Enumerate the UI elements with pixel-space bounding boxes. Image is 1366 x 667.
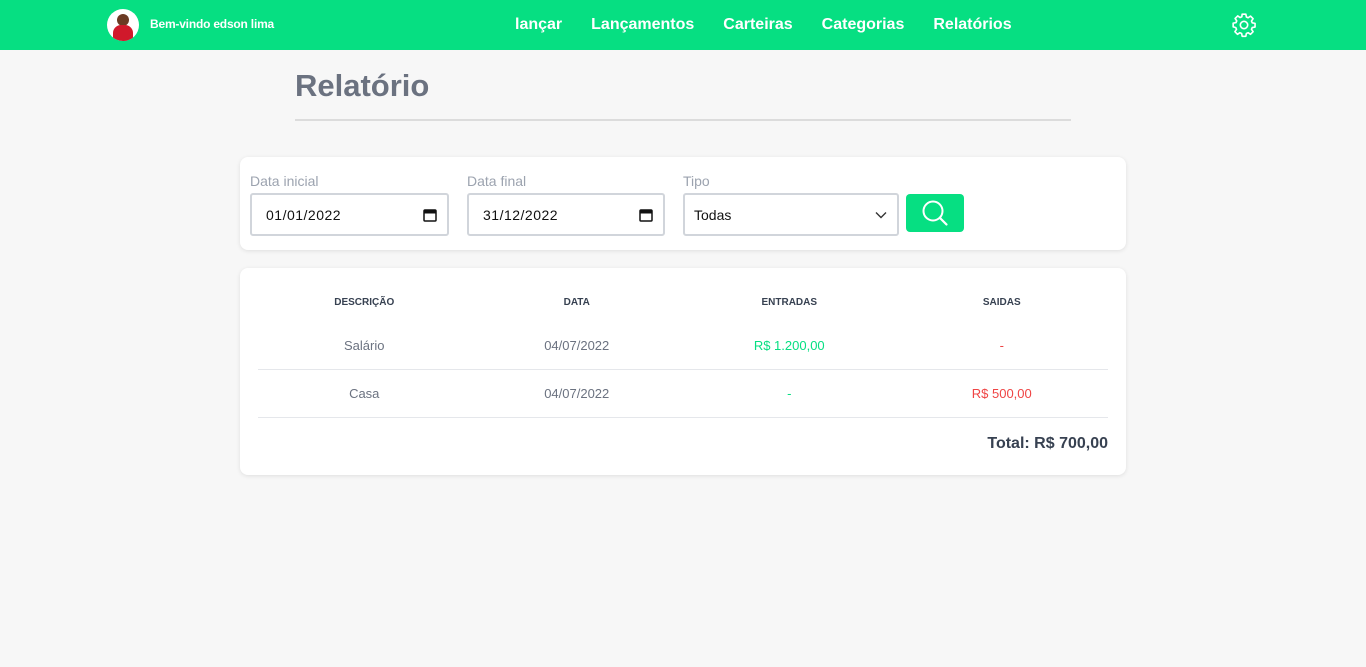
cell-data: 04/07/2022: [544, 338, 610, 353]
type-select[interactable]: Todas: [683, 193, 899, 236]
search-icon: [922, 200, 948, 226]
avatar[interactable]: [107, 9, 139, 41]
table-header: DESCRIÇÃO DATA ENTRADAS SAIDAS: [258, 297, 1108, 308]
top-navbar: Bem-vindo edson lima lançar Lançamentos …: [0, 0, 1366, 50]
total-value: Total: R$ 700,00: [987, 435, 1108, 452]
nav-lancamentos[interactable]: Lançamentos: [591, 16, 694, 34]
title-divider: [295, 119, 1071, 121]
header-entradas: ENTRADAS: [761, 297, 818, 308]
search-button[interactable]: [906, 194, 964, 232]
calendar-icon[interactable]: [639, 208, 653, 222]
start-date-field: Data inicial 01/01/2022: [250, 173, 449, 236]
nav-categorias[interactable]: Categorias: [822, 16, 905, 34]
start-date-label: Data inicial: [250, 173, 319, 189]
end-date-label: Data final: [467, 173, 527, 189]
type-value: Todas: [694, 206, 732, 223]
chevron-down-icon: [875, 211, 887, 218]
table-row: Casa 04/07/2022 - R$ 500,00: [258, 370, 1108, 418]
cell-saidas: R$ 500,00: [971, 386, 1032, 401]
nav-lancar[interactable]: lançar: [515, 16, 562, 34]
calendar-icon[interactable]: [423, 208, 437, 222]
cell-descricao: Salário: [344, 338, 385, 353]
type-field: Tipo Todas: [683, 173, 899, 236]
header-descricao: DESCRIÇÃO: [334, 297, 395, 308]
header-saidas: SAIDAS: [982, 297, 1021, 308]
cell-data: 04/07/2022: [544, 386, 610, 401]
start-date-value: 01/01/2022: [266, 206, 342, 223]
cell-entradas: -: [787, 386, 792, 401]
type-label: Tipo: [683, 173, 710, 189]
main-nav: lançar Lançamentos Carteiras Categorias …: [515, 16, 1041, 34]
cell-saidas: -: [999, 338, 1004, 353]
end-date-input[interactable]: 31/12/2022: [467, 193, 665, 236]
gear-icon[interactable]: [1231, 12, 1257, 38]
cell-descricao: Casa: [349, 386, 380, 401]
table-row: Salário 04/07/2022 R$ 1.200,00 -: [258, 322, 1108, 370]
report-table-card: DESCRIÇÃO DATA ENTRADAS SAIDAS Salário 0…: [240, 268, 1126, 475]
filters-card: Data inicial 01/01/2022 Data final 31/12…: [240, 157, 1126, 250]
welcome-text: Bem-vindo edson lima: [150, 17, 275, 31]
user-info: Bem-vindo edson lima: [107, 9, 274, 41]
end-date-value: 31/12/2022: [483, 206, 559, 223]
start-date-input[interactable]: 01/01/2022: [250, 193, 449, 236]
cell-entradas: R$ 1.200,00: [753, 338, 825, 353]
nav-relatorios[interactable]: Relatórios: [933, 16, 1011, 34]
end-date-field: Data final 31/12/2022: [467, 173, 665, 236]
header-data: DATA: [563, 297, 590, 308]
nav-carteiras[interactable]: Carteiras: [723, 16, 792, 34]
page-title: Relatório: [295, 68, 430, 103]
